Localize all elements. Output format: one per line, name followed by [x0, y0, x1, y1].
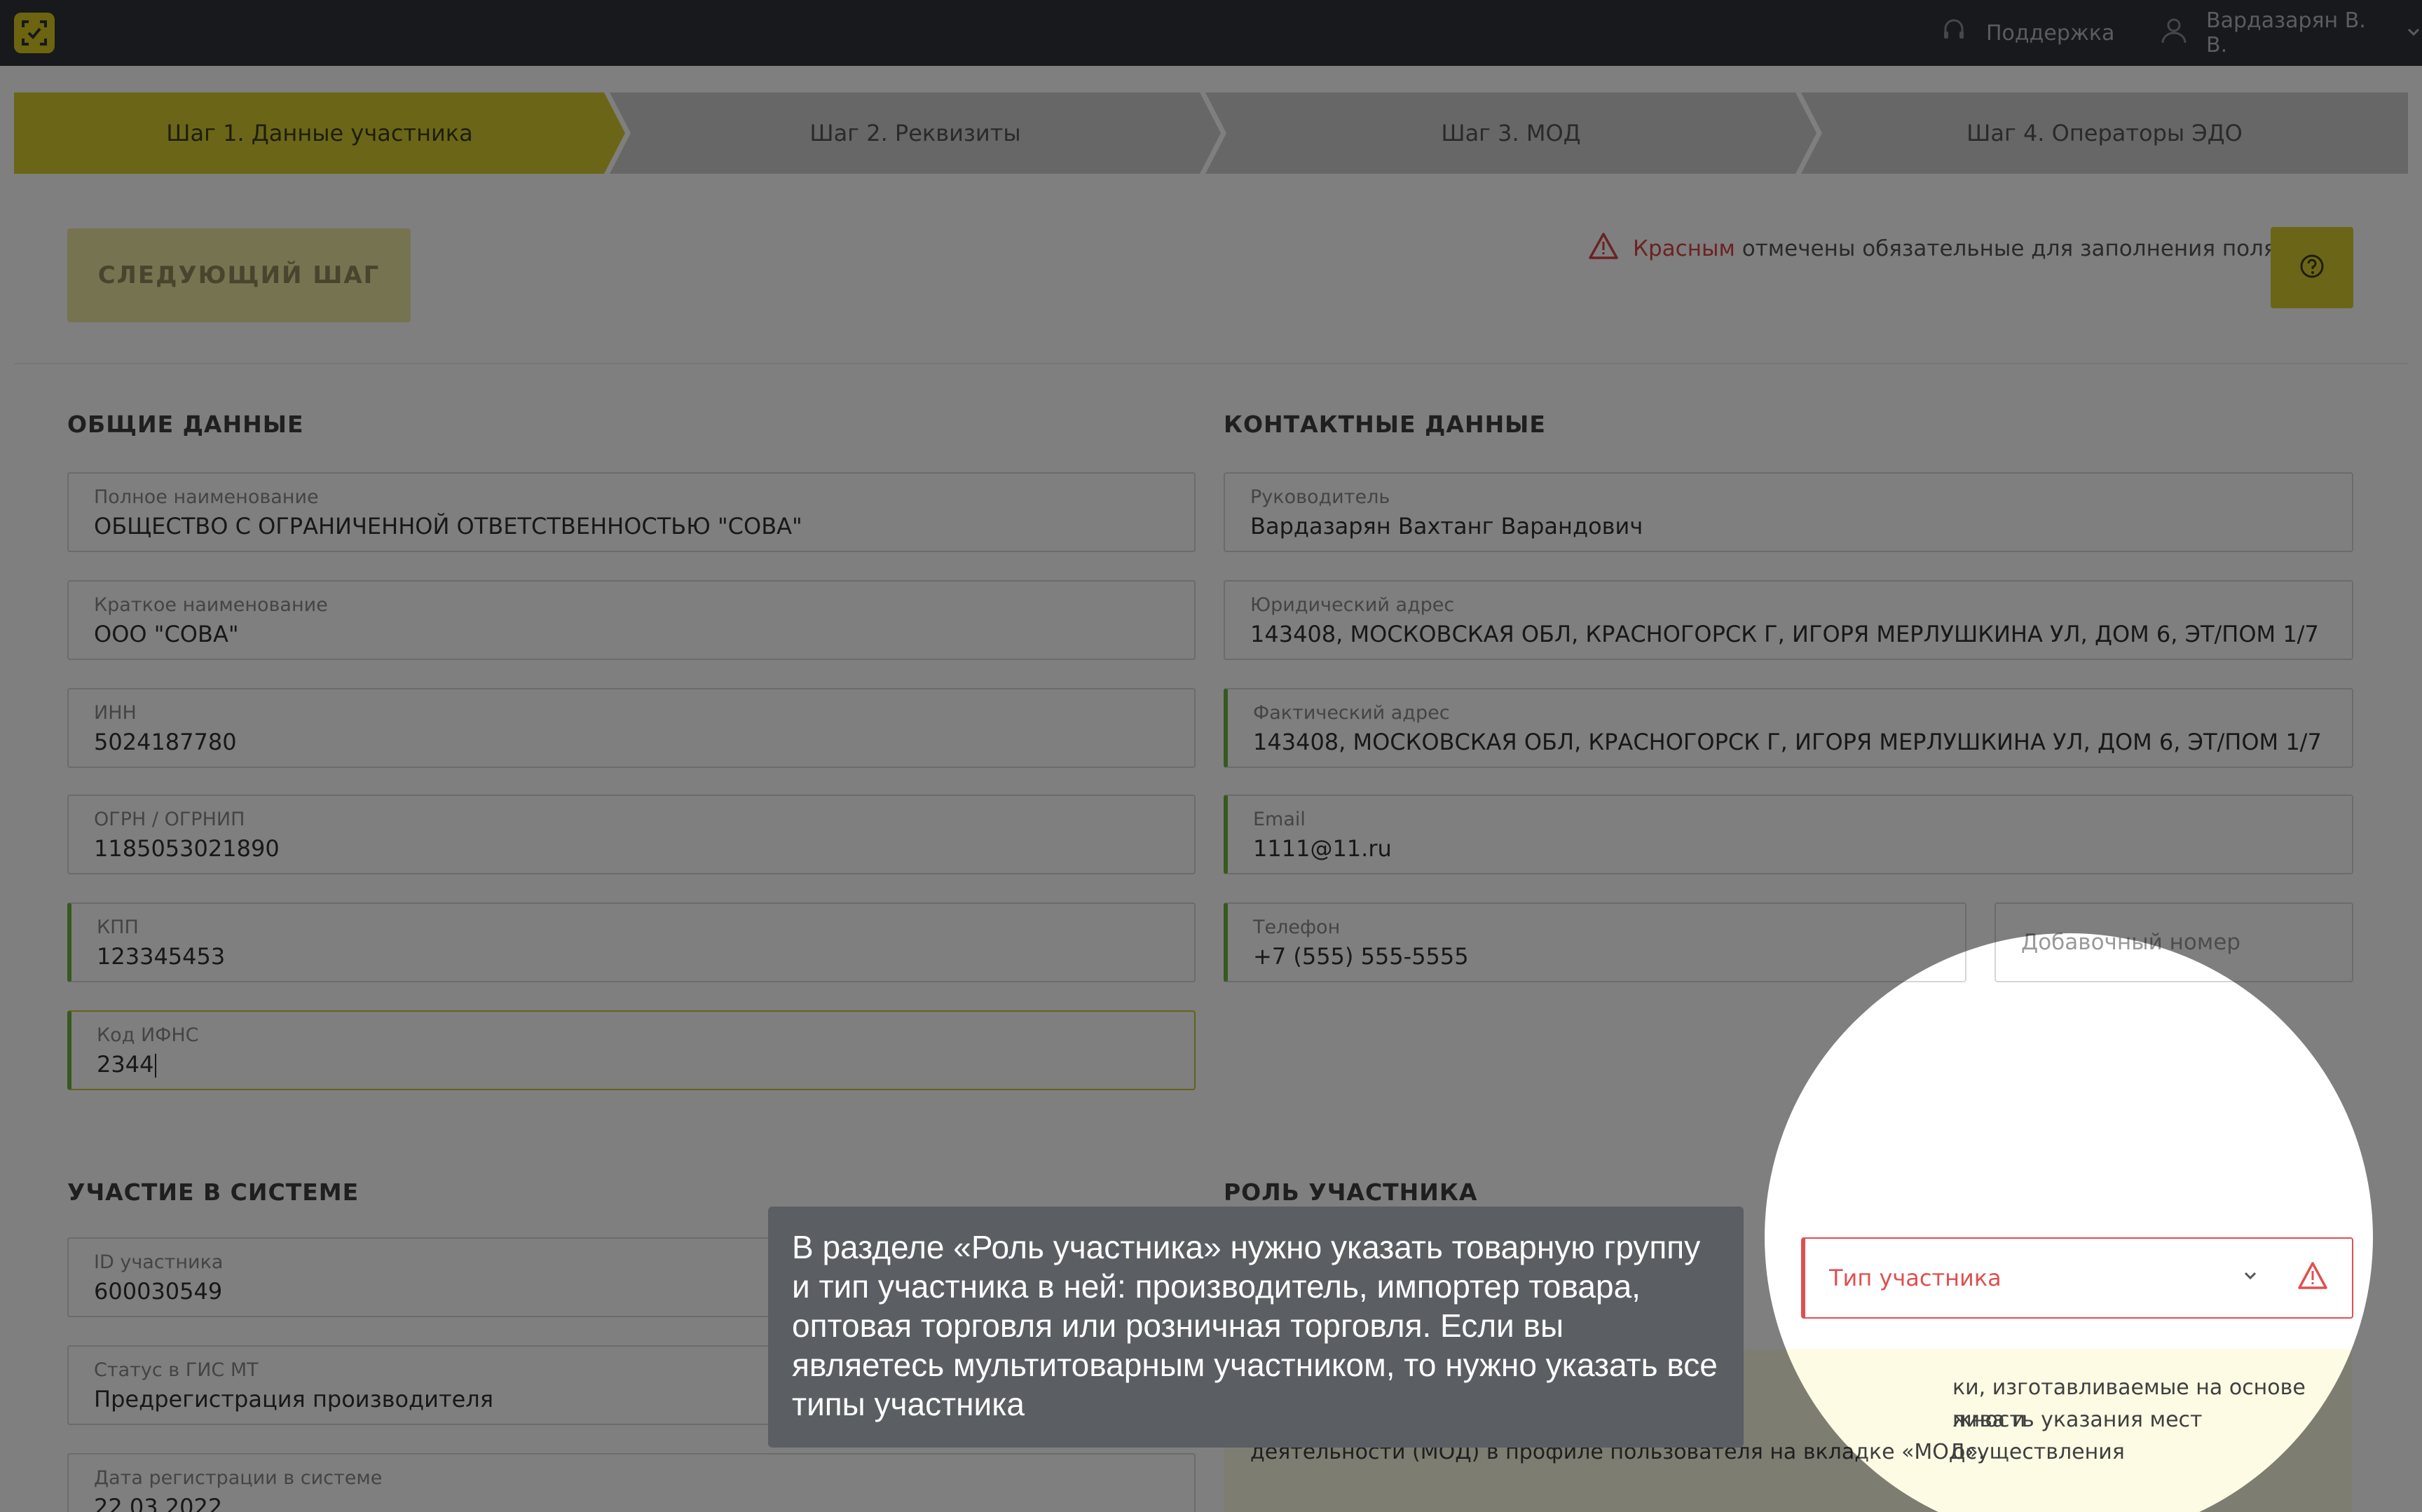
select-placeholder: Тип участника: [1829, 1265, 2002, 1291]
field-value: 1111@11.ru: [1253, 835, 1392, 862]
step-wizard: Шаг 1. Данные участника Шаг 2. Реквизиты…: [14, 92, 2408, 174]
email-field[interactable]: Email 1111@11.ru: [1224, 795, 2353, 874]
general-section-title: ОБЩИЕ ДАННЫЕ: [67, 411, 304, 438]
required-red-word: Красным: [1633, 236, 1735, 261]
field-label: Краткое наименование: [94, 594, 328, 616]
chevron-down-icon: [2240, 1265, 2261, 1289]
tooltip-text: В разделе «Роль участника» нужно указать…: [792, 1229, 1718, 1422]
text-caret: [155, 1054, 157, 1078]
short-name-field[interactable]: Краткое наименование ООО "СОВА": [67, 580, 1196, 660]
onboarding-tooltip: В разделе «Роль участника» нужно указать…: [768, 1207, 1744, 1448]
field-value: ООО "СОВА": [94, 621, 239, 647]
field-label: Полное наименование: [94, 486, 319, 508]
legal-address-field[interactable]: Юридический адрес 143408, МОСКОВСКАЯ ОБЛ…: [1224, 580, 2353, 660]
help-icon: [2298, 252, 2326, 283]
step-label: Шаг 2. Реквизиты: [809, 120, 1021, 146]
step-label: Шаг 1. Данные участника: [166, 120, 473, 146]
field-placeholder: Добавочный номер: [2021, 930, 2240, 955]
actual-address-field[interactable]: Фактический адрес 143408, МОСКОВСКАЯ ОБЛ…: [1224, 688, 2353, 768]
role-section-title: РОЛЬ УЧАСТНИКА: [1224, 1178, 1478, 1206]
field-value: Вардазарян Вахтанг Варандович: [1250, 513, 1643, 539]
registration-date-field[interactable]: Дата регистрации в системе 22.03.2022: [67, 1453, 1196, 1512]
field-label: Код ИФНС: [97, 1024, 199, 1046]
tab-step-3[interactable]: Шаг 3. МОД: [1205, 92, 1817, 174]
participant-type-select[interactable]: Тип участника: [1801, 1237, 2353, 1319]
divider: [14, 363, 2408, 364]
full-name-field[interactable]: Полное наименование ОБЩЕСТВО С ОГРАНИЧЕН…: [67, 472, 1196, 552]
field-value: 1185053021890: [94, 835, 280, 862]
field-value: 22.03.2022: [94, 1494, 223, 1512]
warning-icon: [1588, 232, 1619, 266]
step-label: Шаг 4. Операторы ЭДО: [1966, 120, 2243, 146]
field-value: +7 (555) 555-5555: [1253, 943, 1469, 970]
phone-field[interactable]: Телефон +7 (555) 555-5555: [1224, 902, 1966, 982]
field-label: ОГРН / ОГРНИП: [94, 809, 245, 830]
tab-step-4[interactable]: Шаг 4. Операторы ЭДО: [1801, 92, 2408, 174]
tab-step-2[interactable]: Шаг 2. Реквизиты: [610, 92, 1221, 174]
headset-icon: [1940, 16, 1968, 50]
warning-icon: [2297, 1261, 2328, 1293]
field-label: Руководитель: [1250, 486, 1390, 508]
field-value: 5024187780: [94, 729, 237, 755]
field-label: Юридический адрес: [1250, 594, 1455, 616]
head-field[interactable]: Руководитель Вардазарян Вахтанг Варандов…: [1224, 472, 2353, 552]
support-link[interactable]: Поддержка: [1940, 0, 2114, 66]
field-value: 143408, МОСКОВСКАЯ ОБЛ, КРАСНОГОРСК Г, И…: [1253, 729, 2322, 755]
kpp-field[interactable]: КПП 123345453: [67, 902, 1196, 982]
step-label: Шаг 3. МОД: [1441, 120, 1581, 146]
support-label: Поддержка: [1986, 20, 2115, 46]
field-label: КПП: [97, 916, 139, 938]
field-value: 600030549: [94, 1278, 223, 1305]
participation-section-title: УЧАСТИЕ В СИСТЕМЕ: [67, 1178, 360, 1206]
required-note: Красным отмечены обязательные для заполн…: [1588, 231, 2277, 266]
field-value-text: 2344: [97, 1051, 154, 1078]
next-step-button[interactable]: СЛЕДУЮЩИЙ ШАГ: [67, 228, 411, 322]
ogrn-field[interactable]: ОГРН / ОГРНИП 1185053021890: [67, 795, 1196, 874]
field-value: 143408, МОСКОВСКАЯ ОБЛ, КРАСНОГОРСК Г, И…: [1250, 621, 2319, 647]
field-value: 123345453: [97, 943, 226, 970]
help-button[interactable]: [2271, 227, 2353, 308]
tab-step-1[interactable]: Шаг 1. Данные участника: [14, 92, 625, 174]
field-label: Статус в ГИС МТ: [94, 1359, 259, 1381]
field-label: Телефон: [1253, 916, 1341, 938]
chevron-down-icon: [2405, 21, 2422, 46]
field-label: ИНН: [94, 702, 137, 724]
logo-icon[interactable]: [14, 13, 55, 53]
field-label: Дата регистрации в системе: [94, 1467, 383, 1489]
user-name: Вардазарян В. В.: [2206, 8, 2366, 57]
user-icon: [2158, 15, 2189, 51]
user-menu[interactable]: Вардазарян В. В.: [2158, 0, 2422, 66]
top-bar: Поддержка Вардазарян В. В.: [0, 0, 2422, 66]
inn-field[interactable]: ИНН 5024187780: [67, 688, 1196, 768]
required-text: отмечены обязательные для заполнения пол…: [1742, 236, 2277, 261]
field-value: 2344: [97, 1051, 157, 1078]
field-value: ОБЩЕСТВО С ОГРАНИЧЕННОЙ ОТВЕТСТВЕННОСТЬЮ…: [94, 513, 802, 539]
ifns-code-field[interactable]: Код ИФНС 2344: [67, 1010, 1196, 1090]
field-label: Email: [1253, 809, 1306, 830]
field-label: Фактический адрес: [1253, 702, 1450, 724]
extension-field[interactable]: Добавочный номер: [1995, 902, 2353, 982]
field-value: Предрегистрация производителя: [94, 1386, 493, 1413]
field-label: ID участника: [94, 1251, 224, 1273]
contacts-section-title: КОНТАКТНЫЕ ДАННЫЕ: [1224, 411, 1546, 438]
